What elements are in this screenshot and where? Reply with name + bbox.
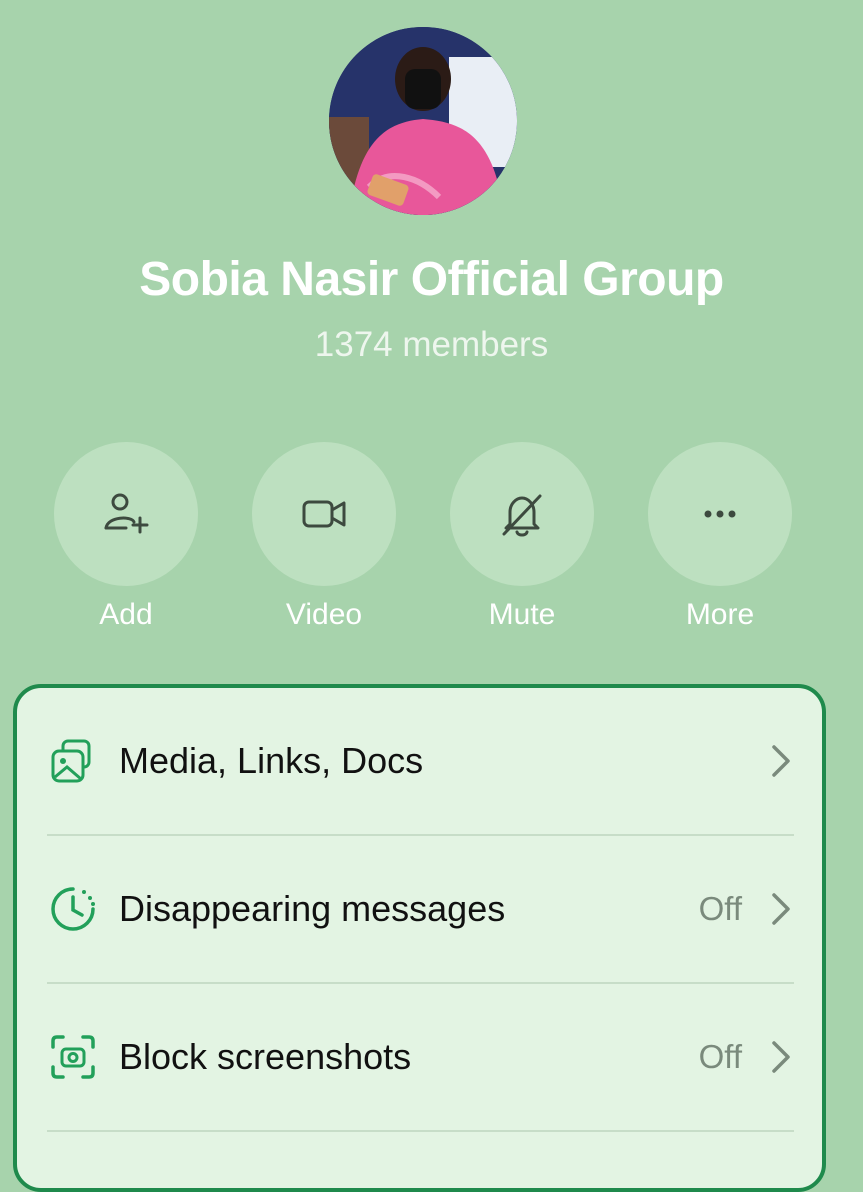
video-camera-icon [302,500,346,528]
more-dots-icon [704,510,736,518]
screenshot-camera-icon [51,1035,95,1079]
video-button-circle[interactable] [252,442,396,586]
media-links-docs-row[interactable]: Media, Links, Docs [47,688,794,834]
member-count[interactable]: 1374 members [0,325,863,365]
block-screenshots-row[interactable]: Block screenshots Off [47,984,794,1130]
add-button-circle[interactable] [54,442,198,586]
row-divider [47,1130,794,1132]
more-label: More [685,598,755,631]
mute-label: Mute [488,598,556,631]
mute-button-circle[interactable] [450,442,594,586]
media-links-docs-label: Media, Links, Docs [119,740,424,781]
add-person-icon [104,493,149,534]
chevron-right-icon [772,745,790,777]
disappearing-messages-label: Disappearing messages [119,888,506,929]
timer-icon [51,887,95,931]
bell-off-icon [502,494,542,537]
block-screenshots-label: Block screenshots [119,1036,412,1077]
chevron-right-icon [772,893,790,925]
more-button[interactable]: More [647,442,793,632]
more-button-circle[interactable] [648,442,792,586]
media-gallery-icon [51,739,91,783]
avatar-photo [329,27,517,215]
video-label: Video [285,598,363,631]
group-avatar[interactable] [329,27,517,215]
add-button[interactable]: Add [53,442,199,632]
group-name: Sobia Nasir Official Group [139,253,724,306]
add-label: Add [99,598,153,631]
disappearing-messages-row[interactable]: Disappearing messages Off [47,836,794,982]
mute-button[interactable]: Mute [449,442,595,632]
block-screenshots-value: Off [698,1038,742,1075]
disappearing-messages-value: Off [698,890,742,927]
settings-card: Media, Links, Docs Disappearing messages… [13,684,826,1192]
chevron-right-icon [772,1041,790,1073]
video-button[interactable]: Video [251,442,397,632]
